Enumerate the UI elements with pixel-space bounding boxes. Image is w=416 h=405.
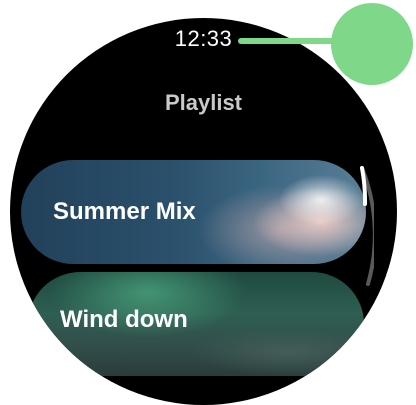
scroll-indicator[interactable]: [356, 166, 374, 286]
status-time: 12:33: [174, 26, 233, 51]
playlist-label: Summer Mix: [53, 198, 196, 225]
playlist-card-summer-mix[interactable]: Summer Mix: [21, 160, 366, 264]
playlist-card-wind-down[interactable]: Wind down: [28, 272, 364, 376]
page-title: Playlist: [164, 90, 243, 115]
playlist-label: Wind down: [60, 306, 188, 333]
watch-screen: 12:33 Playlist Summer Mix Wind down: [10, 18, 397, 405]
